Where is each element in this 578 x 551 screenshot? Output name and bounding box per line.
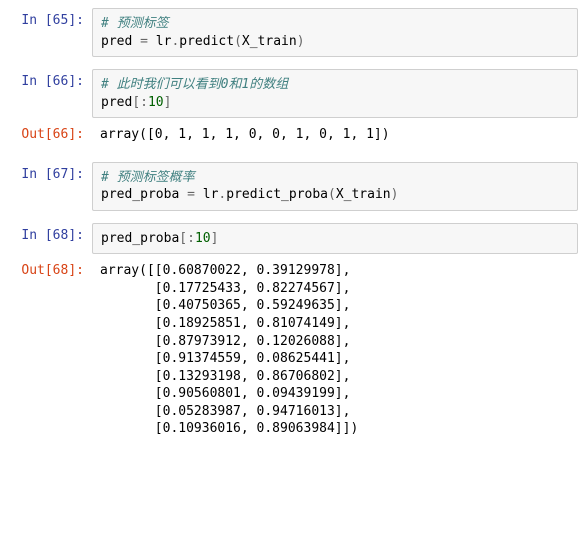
output-text-66: array([0, 1, 1, 1, 0, 0, 1, 0, 1, 1]) bbox=[92, 122, 578, 150]
code-token: ] bbox=[211, 231, 219, 246]
notebook: In [65]: # 预测标签 pred = lr.predict(X_trai… bbox=[0, 0, 578, 466]
code-token: predict_proba bbox=[226, 187, 328, 202]
code-token: = bbox=[132, 34, 155, 49]
code-token: 10 bbox=[195, 231, 211, 246]
comment: # 此时我们可以看到0和1的数组 bbox=[101, 77, 288, 92]
code-token: ] bbox=[164, 95, 172, 110]
code-token: ( bbox=[328, 187, 336, 202]
in-prompt-68: In [68]: bbox=[0, 223, 92, 245]
code-token: predict bbox=[179, 34, 234, 49]
code-token: lr bbox=[203, 187, 219, 202]
code-token: = bbox=[179, 187, 202, 202]
code-input-67[interactable]: # 预测标签概率 pred_proba = lr.predict_proba(X… bbox=[92, 162, 578, 211]
out-prompt-68: Out[68]: bbox=[0, 258, 92, 280]
comment: # 预测标签 bbox=[101, 16, 169, 31]
code-token: X_train bbox=[242, 34, 297, 49]
code-token: : bbox=[140, 95, 148, 110]
cell-66-input: In [66]: # 此时我们可以看到0和1的数组 pred[:10] bbox=[0, 67, 578, 120]
code-token: pred_proba bbox=[101, 231, 179, 246]
code-token: pred_proba bbox=[101, 187, 179, 202]
code-token: lr bbox=[156, 34, 172, 49]
in-prompt-65: In [65]: bbox=[0, 8, 92, 30]
code-token: ( bbox=[234, 34, 242, 49]
code-token: X_train bbox=[336, 187, 391, 202]
code-token: : bbox=[187, 231, 195, 246]
cell-68-input: In [68]: pred_proba[:10] bbox=[0, 221, 578, 257]
code-input-68[interactable]: pred_proba[:10] bbox=[92, 223, 578, 255]
code-token: ) bbox=[391, 187, 399, 202]
cell-66-output: Out[66]: array([0, 1, 1, 1, 0, 0, 1, 0, … bbox=[0, 120, 578, 152]
output-text-68: array([[0.60870022, 0.39129978], [0.1772… bbox=[92, 258, 578, 443]
code-input-66[interactable]: # 此时我们可以看到0和1的数组 pred[:10] bbox=[92, 69, 578, 118]
out-prompt-66: Out[66]: bbox=[0, 122, 92, 144]
code-token: 10 bbox=[148, 95, 164, 110]
in-prompt-66: In [66]: bbox=[0, 69, 92, 91]
code-input-65[interactable]: # 预测标签 pred = lr.predict(X_train) bbox=[92, 8, 578, 57]
cell-65-input: In [65]: # 预测标签 pred = lr.predict(X_trai… bbox=[0, 6, 578, 59]
cell-67-input: In [67]: # 预测标签概率 pred_proba = lr.predic… bbox=[0, 160, 578, 213]
code-token: ) bbox=[297, 34, 305, 49]
code-token: pred bbox=[101, 34, 132, 49]
code-token: [ bbox=[132, 95, 140, 110]
comment: # 预测标签概率 bbox=[101, 170, 195, 185]
in-prompt-67: In [67]: bbox=[0, 162, 92, 184]
code-token: pred bbox=[101, 95, 132, 110]
cell-68-output: Out[68]: array([[0.60870022, 0.39129978]… bbox=[0, 256, 578, 445]
code-token: [ bbox=[179, 231, 187, 246]
